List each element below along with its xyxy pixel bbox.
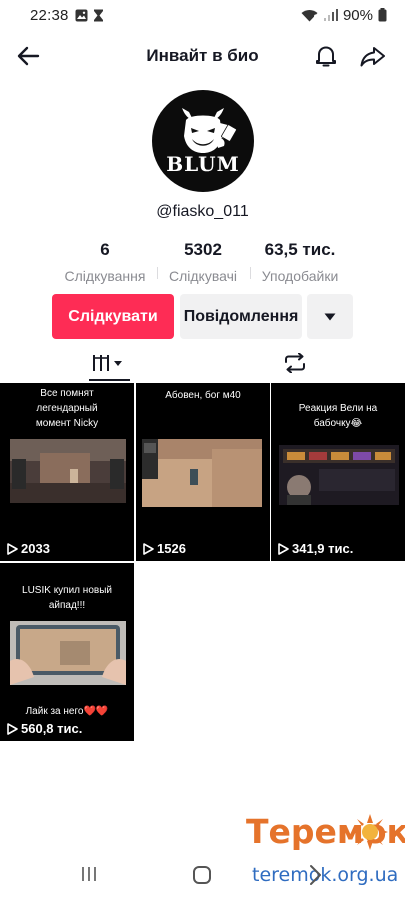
back-arrow-icon[interactable] (14, 42, 44, 70)
video-tile[interactable]: Все помнят легендарный момент Nicky 2033 (0, 383, 134, 561)
play-icon (7, 542, 18, 555)
video-caption: Абовен, бог м40 (165, 390, 241, 401)
stat-divider (157, 267, 158, 279)
video-views-count: 560,8 тис. (21, 721, 83, 736)
play-icon (278, 542, 289, 555)
status-bar: 22:38 90% (0, 0, 405, 30)
stat-followers-label: Слідкувачі (168, 268, 237, 284)
video-caption-secondary: Лайк за него❤️❤️ (25, 706, 109, 717)
hourglass-icon (93, 9, 103, 21)
battery-percent: 90% (342, 6, 373, 24)
sun-flower-icon (352, 814, 388, 850)
profile-header: Инвайт в био (0, 36, 405, 76)
stat-divider (250, 267, 251, 279)
stat-likes-label: Уподобайки (261, 268, 339, 284)
stat-following-value: 6 (100, 240, 110, 259)
video-tile[interactable]: LUSIK купил новый айпад!!! Лайк за него❤… (0, 563, 134, 741)
stat-likes-value: 63,5 тис. (264, 240, 336, 259)
avatar-logo-text: BLUM (166, 152, 240, 176)
video-thumbnail (142, 439, 262, 507)
system-navigation-bar (0, 860, 405, 890)
repost-icon (285, 353, 305, 373)
video-thumbnail (10, 439, 126, 503)
play-icon (143, 542, 154, 555)
username: @fiasko_011 (156, 203, 249, 220)
signal-icon (323, 8, 338, 21)
bell-icon[interactable] (312, 42, 340, 70)
videos-grid-icon (93, 355, 122, 371)
page-title: Инвайт в био (146, 46, 259, 65)
video-thumbnail (10, 621, 126, 685)
follow-button[interactable]: Слідкувати (52, 294, 174, 339)
back-chevron-icon[interactable] (306, 864, 322, 886)
avatar[interactable]: BLUM (152, 90, 254, 192)
status-time: 22:38 (30, 6, 69, 24)
more-options-button[interactable] (307, 294, 353, 339)
play-icon (7, 722, 18, 735)
stat-followers[interactable]: 5302 Слідкувачі (160, 240, 246, 284)
gallery-icon (75, 9, 88, 21)
video-thumbnail (279, 445, 399, 505)
video-views-count: 341,9 тис. (292, 541, 354, 556)
share-icon[interactable] (358, 42, 388, 70)
stat-following[interactable]: 6 Слідкування (60, 240, 150, 284)
video-views: 341,9 тис. (278, 541, 353, 556)
tab-videos[interactable] (88, 345, 130, 381)
video-views-count: 2033 (21, 541, 50, 556)
home-icon[interactable] (193, 866, 211, 884)
caret-down-icon (324, 313, 336, 320)
video-views-count: 1526 (157, 541, 186, 556)
tab-reposts[interactable] (280, 345, 310, 381)
video-tile[interactable]: Абовен, бог м40 1526 (136, 383, 270, 561)
active-tab-indicator (89, 379, 130, 381)
video-caption: Все помнят легендарный момент Nicky (35, 388, 99, 429)
stat-following-label: Слідкування (64, 268, 146, 284)
video-views: 2033 (7, 541, 50, 556)
status-left-icons (75, 9, 104, 22)
video-tile[interactable]: Реакция Вели на бабочку😂 341,9 тис. (271, 383, 405, 561)
battery-icon (378, 8, 387, 22)
stat-likes[interactable]: 63,5 тис. Уподобайки (252, 240, 348, 284)
video-views: 560,8 тис. (7, 721, 82, 736)
profile-tabs (0, 345, 405, 381)
recent-apps-icon[interactable] (80, 866, 98, 882)
video-caption: LUSIK купил новый айпад!!! (22, 585, 112, 611)
video-views: 1526 (143, 541, 186, 556)
video-caption: Реакция Вели на бабочку😂 (298, 403, 378, 429)
wifi-icon (301, 9, 318, 21)
message-button[interactable]: Повідомлення (180, 294, 302, 339)
stat-followers-value: 5302 (184, 240, 222, 259)
devil-logo-icon (182, 108, 237, 153)
status-right: 90% (301, 7, 387, 24)
